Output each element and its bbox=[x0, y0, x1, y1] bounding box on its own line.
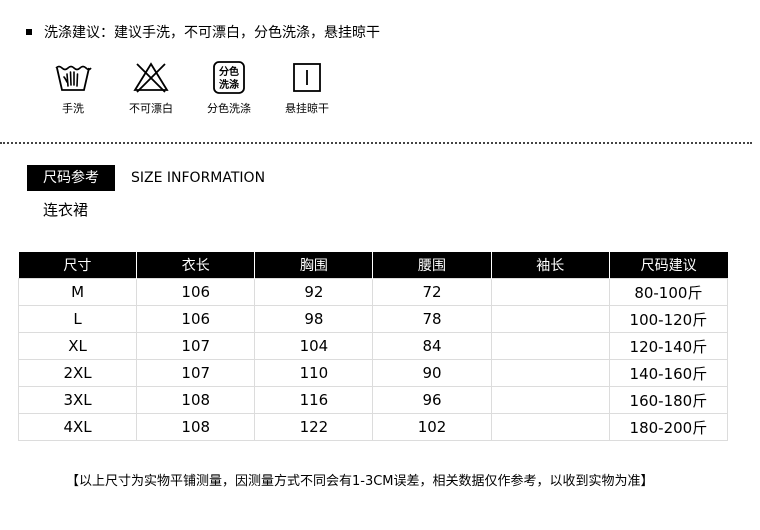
hand-wash-icon bbox=[55, 65, 92, 91]
cell-size: 2XL bbox=[17, 359, 138, 387]
header-size: 尺寸 bbox=[18, 252, 137, 279]
wash-separately-glyph-top: 分色 bbox=[219, 65, 239, 78]
section-divider bbox=[0, 142, 752, 144]
cell-waist: 72 bbox=[372, 278, 492, 306]
header-size-suggestion: 尺码建议 bbox=[608, 252, 728, 279]
cell-size-suggestion: 180-200斤 bbox=[608, 413, 729, 441]
cell-bust: 92 bbox=[254, 278, 374, 306]
hang-dry-icon bbox=[293, 63, 321, 92]
cell-length: 108 bbox=[136, 386, 256, 414]
cell-size-suggestion: 160-180斤 bbox=[608, 386, 729, 414]
cell-bust: 110 bbox=[254, 359, 374, 387]
table-row: XL 107 104 84 120-140斤 bbox=[17, 332, 729, 360]
cell-size-suggestion: 140-160斤 bbox=[608, 359, 729, 387]
cell-waist: 102 bbox=[372, 413, 492, 441]
cell-sleeve bbox=[490, 359, 610, 387]
cell-bust: 116 bbox=[254, 386, 374, 414]
cell-waist: 78 bbox=[372, 305, 492, 333]
cell-size-suggestion: 80-100斤 bbox=[608, 278, 729, 306]
size-table-header-row: 尺寸 衣长 胸围 腰围 袖长 尺码建议 bbox=[18, 252, 728, 279]
cell-size: M bbox=[17, 278, 138, 306]
product-type: 连衣裙 bbox=[43, 201, 89, 219]
cell-sleeve bbox=[490, 278, 610, 306]
header-waist: 腰围 bbox=[372, 252, 492, 279]
table-row: L 106 98 78 100-120斤 bbox=[17, 305, 729, 333]
wash-separately-icon: 分色 洗涤 bbox=[213, 61, 245, 94]
cell-sleeve bbox=[490, 386, 610, 414]
care-label-hang-dry: 悬挂晾干 bbox=[285, 102, 329, 115]
care-instructions-text: 洗涤建议：建议手洗，不可漂白，分色洗涤，悬挂晾干 bbox=[44, 25, 380, 41]
size-section-header: 尺码参考 SIZE INFORMATION bbox=[27, 165, 265, 191]
cell-size: L bbox=[17, 305, 138, 333]
cell-waist: 96 bbox=[372, 386, 492, 414]
cell-length: 107 bbox=[136, 332, 256, 360]
size-table: 尺寸 衣长 胸围 腰围 袖长 尺码建议 M 106 92 72 80-100斤 … bbox=[17, 252, 729, 441]
measurement-note: 【以上尺寸为实物平铺测量，因测量方式不同会有1-3CM误差，相关数据仅作参考，以… bbox=[66, 474, 654, 489]
header-bust: 胸围 bbox=[254, 252, 373, 279]
cell-size: 3XL bbox=[17, 386, 138, 414]
cell-waist: 84 bbox=[372, 332, 492, 360]
care-item-no-bleach: 不可漂白 bbox=[112, 60, 190, 116]
care-icons: 手洗 不可漂白 分色 洗涤 分色洗涤 悬挂晾干 bbox=[34, 60, 346, 116]
size-information-title: SIZE INFORMATION bbox=[131, 170, 266, 186]
cell-sleeve bbox=[490, 332, 610, 360]
cell-size-suggestion: 120-140斤 bbox=[608, 332, 729, 360]
cell-size: 4XL bbox=[17, 413, 138, 441]
size-reference-tag: 尺码参考 bbox=[27, 165, 115, 191]
wash-separately-glyph-bottom: 洗涤 bbox=[219, 78, 239, 91]
cell-length: 108 bbox=[136, 413, 256, 441]
cell-bust: 122 bbox=[254, 413, 374, 441]
care-instructions-line: 洗涤建议：建议手洗，不可漂白，分色洗涤，悬挂晾干 bbox=[26, 22, 380, 42]
bullet-icon bbox=[26, 29, 32, 35]
cell-size: XL bbox=[17, 332, 138, 360]
care-item-hang-dry: 悬挂晾干 bbox=[268, 60, 346, 116]
cell-length: 106 bbox=[136, 305, 256, 333]
care-label-hand-wash: 手洗 bbox=[62, 102, 84, 115]
cell-sleeve bbox=[490, 305, 610, 333]
cell-waist: 90 bbox=[372, 359, 492, 387]
table-row: 3XL 108 116 96 160-180斤 bbox=[17, 386, 729, 414]
header-sleeve: 袖长 bbox=[490, 252, 610, 279]
cell-length: 106 bbox=[136, 278, 256, 306]
table-row: 2XL 107 110 90 140-160斤 bbox=[17, 359, 729, 387]
table-row: M 106 92 72 80-100斤 bbox=[17, 278, 729, 306]
cell-sleeve bbox=[490, 413, 610, 441]
care-label-no-bleach: 不可漂白 bbox=[129, 102, 173, 115]
cell-size-suggestion: 100-120斤 bbox=[608, 305, 729, 333]
cell-bust: 104 bbox=[254, 332, 374, 360]
no-bleach-icon bbox=[133, 62, 169, 93]
cell-bust: 98 bbox=[254, 305, 374, 333]
care-label-wash-separately: 分色洗涤 bbox=[207, 102, 251, 115]
care-item-wash-separately: 分色 洗涤 分色洗涤 bbox=[190, 60, 268, 116]
header-length: 衣长 bbox=[136, 252, 255, 279]
care-item-hand-wash: 手洗 bbox=[34, 60, 112, 116]
cell-length: 107 bbox=[136, 359, 256, 387]
table-row: 4XL 108 122 102 180-200斤 bbox=[17, 413, 729, 441]
